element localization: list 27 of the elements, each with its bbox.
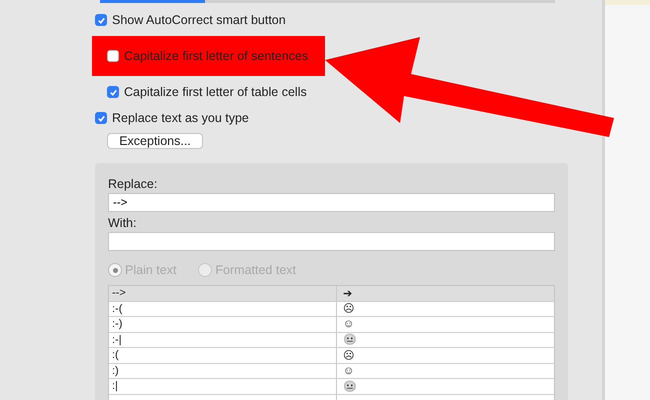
replace-label: Replace: [108,176,158,193]
exceptions-button[interactable]: Exceptions... [107,133,203,149]
table-cell-text: 😐 [342,380,357,393]
table-cell: :( [109,348,337,362]
table-cell: :-( [109,302,337,316]
table-cell-text: ☺ [342,318,354,330]
table-cell-text: ☹ [342,302,354,316]
header-cell-text: ➔ [342,286,352,300]
table-cell: :| [109,379,337,394]
checkbox[interactable] [107,50,119,62]
table-cell-text: ☹ [342,348,354,362]
with-label: With: [108,215,138,232]
replace-field[interactable]: --> [108,193,555,212]
checkbox-label: Capitalize first letter of sentences [124,49,308,63]
table-cell: :) [109,364,337,378]
checkbox-label: Capitalize first letter of table cells [124,85,307,99]
checkbox-label: Show AutoCorrect smart button [112,13,286,27]
checkbox[interactable] [95,14,107,26]
checkbox[interactable] [95,112,107,124]
header-cell: --> [109,286,337,300]
table-cell: :-) [109,317,337,332]
checkbox[interactable] [107,86,119,98]
checkbox-label: Replace text as you type [112,111,249,125]
with-field[interactable] [108,232,555,251]
table-cell-text: ☺ [342,364,354,377]
table-cell-text: 😐 [342,333,357,346]
table-cell: :-| [109,332,337,347]
